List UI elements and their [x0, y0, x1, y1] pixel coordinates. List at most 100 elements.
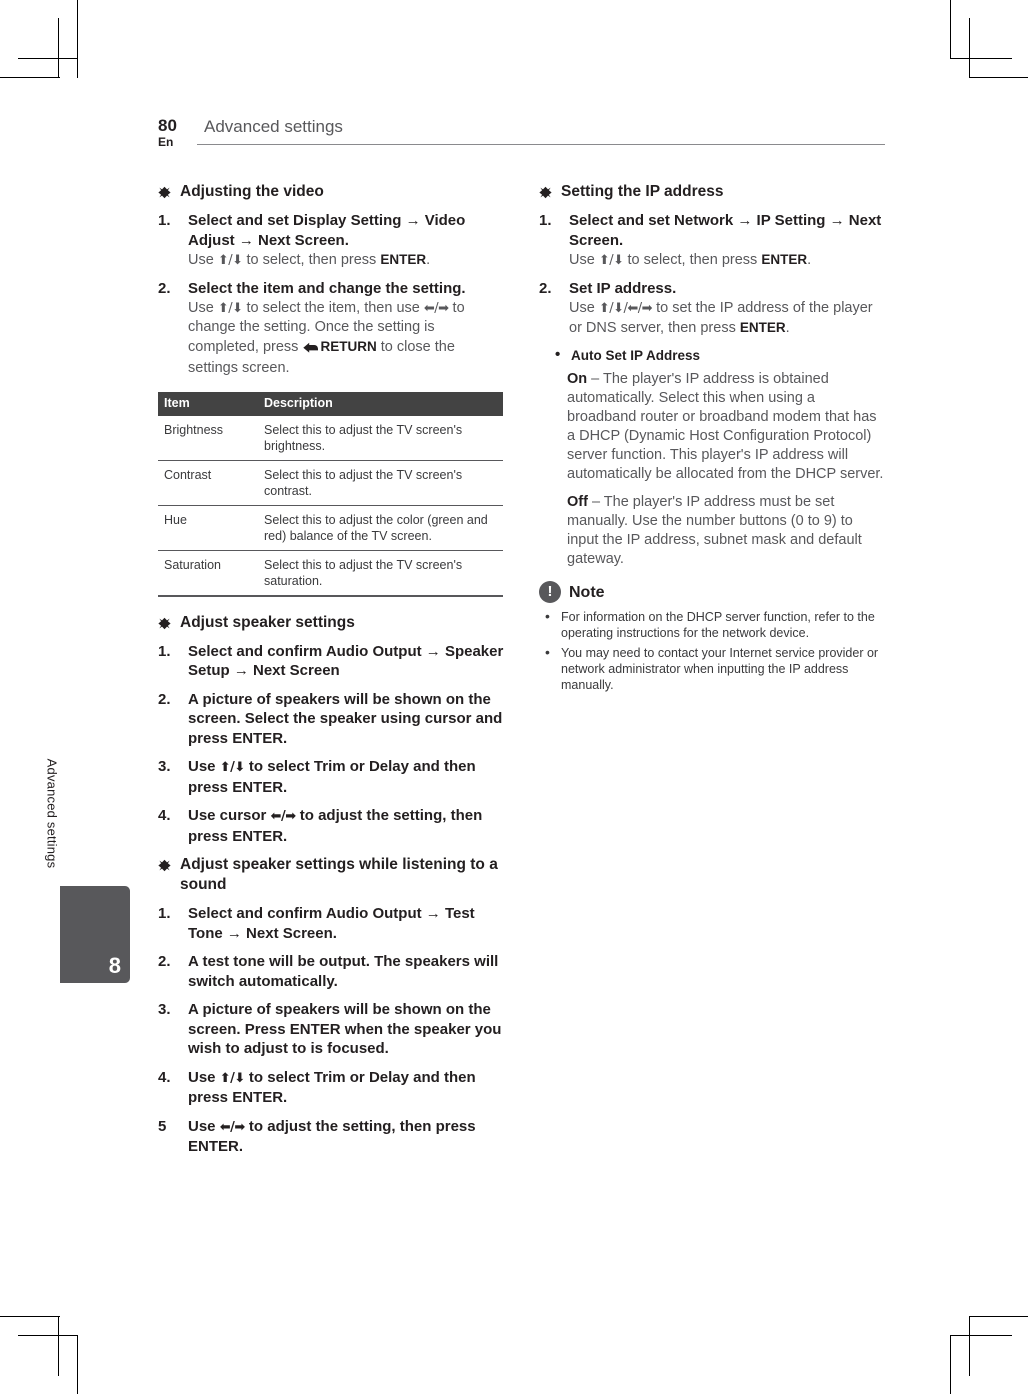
table-column-header-description: Description [258, 391, 503, 416]
diamond-bullet-icon [158, 859, 171, 872]
sub-bullet-label: Auto Set IP Address [571, 347, 701, 363]
table-cell-item: Contrast [158, 460, 258, 506]
step-bold-text: Select the item and change the setting. [188, 280, 466, 297]
note-list: For information on the DHCP server funct… [539, 608, 885, 693]
definition-text: The player's IP address is obtained auto… [567, 370, 884, 482]
step-item: 5 Use ⬅/➡ to adjust the setting, then pr… [158, 1117, 504, 1157]
definition-dash: – [587, 370, 603, 387]
right-column: Setting the IP address 1. Select and set… [539, 182, 885, 697]
diamond-bullet-icon [539, 186, 552, 199]
step-text-pre: Use [188, 1117, 220, 1135]
step-sub-suffix: . [785, 319, 790, 336]
crop-mark-top-left-vertical-inner [58, 18, 59, 78]
table-cell-item: Hue [158, 505, 258, 551]
step-number: 5 [158, 1117, 167, 1135]
step-bold-text: Select and confirm Audio Output → Test T… [188, 905, 475, 942]
crop-mark-top-right-horizontal-inner [950, 58, 1012, 59]
step-sub-mid: to select the item, then use [242, 299, 424, 316]
crop-mark-bottom-left-vertical [58, 1316, 59, 1376]
section-heading-text: Adjusting the video [180, 183, 324, 200]
table-row: Contrast Select this to adjust the TV sc… [158, 460, 503, 506]
step-bold-text: Select and set Network → IP Setting → Ne… [569, 212, 882, 249]
diamond-bullet-icon [158, 617, 171, 630]
definition-off: Off – The player's IP address must be se… [567, 493, 885, 569]
diamond-bullet-icon [158, 186, 171, 199]
section-heading-adjusting-the-video: Adjusting the video [158, 182, 504, 202]
step-number: 1. [158, 212, 171, 229]
step-bold-text: Use cursor ⬅/➡ to adjust the setting, th… [188, 806, 504, 846]
step-item: 4. Use cursor ⬅/➡ to adjust the setting,… [158, 806, 504, 846]
table-cell-description: Select this to adjust the TV screen's br… [258, 415, 503, 461]
step-number: 4. [158, 1068, 171, 1086]
step-item: 1. Select and confirm Audio Output → Tes… [158, 904, 504, 943]
crop-mark-bottom-left-horizontal [0, 1316, 60, 1317]
crop-mark-top-left-vertical [77, 0, 78, 78]
crop-mark-top-right-vertical-inner [969, 18, 970, 78]
crop-mark-bottom-right-horizontal [969, 1316, 1028, 1317]
sidebar-chapter-tab: 8 [60, 886, 130, 983]
return-arrow-icon [303, 340, 319, 359]
table-cell-description: Select this to adjust the TV screen's sa… [258, 550, 503, 597]
crop-mark-bottom-right-vertical [969, 1316, 970, 1376]
table-row: Hue Select this to adjust the color (gre… [158, 505, 503, 551]
crop-mark-bottom-left-horizontal-inner [18, 1335, 78, 1336]
step-item: 1. Select and set Display Setting → Vide… [158, 211, 504, 270]
page-language-code: En [158, 135, 174, 149]
key-label-enter: ENTER [739, 319, 786, 335]
step-item: 2. A picture of speakers will be shown o… [158, 690, 504, 749]
step-item: 1. Select and confirm Audio Output → Spe… [158, 642, 504, 681]
step-sub-prefix: Use [188, 299, 218, 316]
table-cell-description: Select this to adjust the color (green a… [258, 505, 503, 551]
section-heading-adjust-speaker-settings: Adjust speaker settings [158, 613, 504, 633]
exclamation-icon: ! [539, 580, 561, 603]
step-sub-text: Use ⬆/⬇ to select the item, then use ⬅/➡… [188, 299, 504, 378]
step-text-pre: Use [188, 758, 220, 775]
step-item: 2. Select the item and change the settin… [158, 279, 504, 378]
key-label-return: RETURN [320, 338, 377, 354]
step-number: 2. [158, 953, 171, 970]
step-number: 2. [158, 280, 171, 297]
crop-mark-top-left-horizontal-inner [18, 58, 78, 59]
arrow-keys-up-down-icon: ⬆/⬇ [598, 253, 624, 268]
table-row: Saturation Select this to adjust the TV … [158, 550, 503, 597]
step-bold-text: A picture of speakers will be shown on t… [188, 1001, 502, 1057]
step-number: 1. [158, 642, 171, 660]
step-number: 3. [158, 758, 171, 775]
step-item: 1. Select and set Network → IP Setting →… [539, 211, 885, 270]
step-sub-suffix: . [807, 252, 812, 268]
table-cell-item: Saturation [158, 550, 258, 597]
section-heading-text: Setting the IP address [561, 183, 724, 200]
step-item: 2. Set IP address. Use ⬆/⬇/⬅/➡ to set th… [539, 279, 885, 338]
sidebar-chapter-label: Advanced settings [44, 758, 60, 869]
step-sub-text: Use ⬆/⬇ to select, then press ENTER. [569, 250, 885, 270]
arrow-keys-left-right-icon: ⬅/➡ [219, 1119, 246, 1135]
left-column: Adjusting the video 1. Select and set Di… [158, 182, 504, 1166]
note-label: Note [569, 583, 605, 601]
table-column-header-item: Item [158, 391, 258, 416]
video-adjust-table: Item Description Brightness Select this … [158, 391, 503, 597]
step-text-pre: Use [188, 1068, 220, 1086]
step-number: 4. [158, 807, 171, 824]
arrow-keys-left-right-icon: ⬅/➡ [423, 300, 449, 316]
step-number: 1. [158, 905, 171, 922]
sub-bullet-auto-set-ip-address: Auto Set IP Address [553, 346, 885, 365]
crop-mark-bottom-right-horizontal-inner [950, 1335, 1012, 1336]
section-heading-text: Adjust speaker settings [180, 613, 355, 631]
note-list-item: For information on the DHCP server funct… [539, 608, 885, 641]
table-row: Brightness Select this to adjust the TV … [158, 415, 503, 461]
document-page: 80 En Advanced settings Advanced setting… [0, 0, 1028, 1394]
definition-term-off: Off [567, 493, 588, 510]
step-number: 3. [158, 1001, 171, 1018]
key-label-enter: ENTER [761, 252, 808, 267]
step-sub-mid: to select, then press [242, 252, 381, 268]
step-sub-mid: to select, then press [623, 252, 762, 268]
header-divider [197, 144, 885, 145]
arrow-keys-up-down-icon: ⬆/⬇ [217, 300, 243, 316]
step-sub-text: Use ⬆/⬇ to select, then press ENTER. [188, 250, 504, 270]
step-bold-text: Use ⬆/⬇ to select Trim or Delay and then… [188, 1068, 504, 1108]
step-sub-prefix: Use [569, 299, 599, 316]
step-bold-text: A test tone will be output. The speakers… [188, 953, 499, 990]
definition-term-on: On [567, 370, 588, 387]
section-heading-text: Adjust speaker settings while listening … [180, 856, 498, 893]
step-bold-text: A picture of speakers will be shown on t… [188, 690, 503, 747]
